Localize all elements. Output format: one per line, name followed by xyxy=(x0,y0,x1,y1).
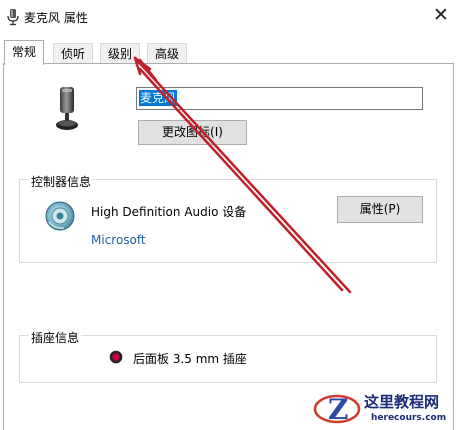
tab-advanced[interactable]: 高级 xyxy=(147,43,188,64)
tab-strip: 常规 侦听 级别 高级 xyxy=(0,40,459,65)
svg-text:Z: Z xyxy=(328,393,348,426)
device-name-input[interactable]: 麦克风 xyxy=(136,87,423,110)
jack-info-label: 插座信息 xyxy=(29,329,82,346)
microphone-icon xyxy=(7,9,19,26)
tab-general[interactable]: 常规 xyxy=(4,40,45,65)
watermark-url: herecours.com xyxy=(371,413,447,423)
controller-vendor: Microsoft xyxy=(91,233,146,247)
window-title: 麦克风 属性 xyxy=(24,11,88,25)
title-bar: 麦克风 属性 ✕ xyxy=(0,0,459,34)
jack-description: 后面板 3.5 mm 插座 xyxy=(133,352,247,366)
microphone-device-icon xyxy=(56,87,78,130)
audio-device-icon xyxy=(45,201,75,231)
close-button[interactable]: ✕ xyxy=(426,2,456,30)
controller-device-name: High Definition Audio 设备 xyxy=(91,205,247,219)
tab-levels[interactable]: 级别 xyxy=(100,43,141,64)
change-icon-button[interactable]: 更改图标(I) xyxy=(138,120,247,145)
tab-listen[interactable]: 侦听 xyxy=(53,43,94,64)
jack-color-icon xyxy=(109,350,123,364)
properties-button[interactable]: 属性(P) xyxy=(337,196,423,223)
controller-info-label: 控制器信息 xyxy=(29,173,94,190)
watermark-title: 这里教程网 xyxy=(364,393,440,411)
device-name-selected-text: 麦克风 xyxy=(139,90,178,106)
